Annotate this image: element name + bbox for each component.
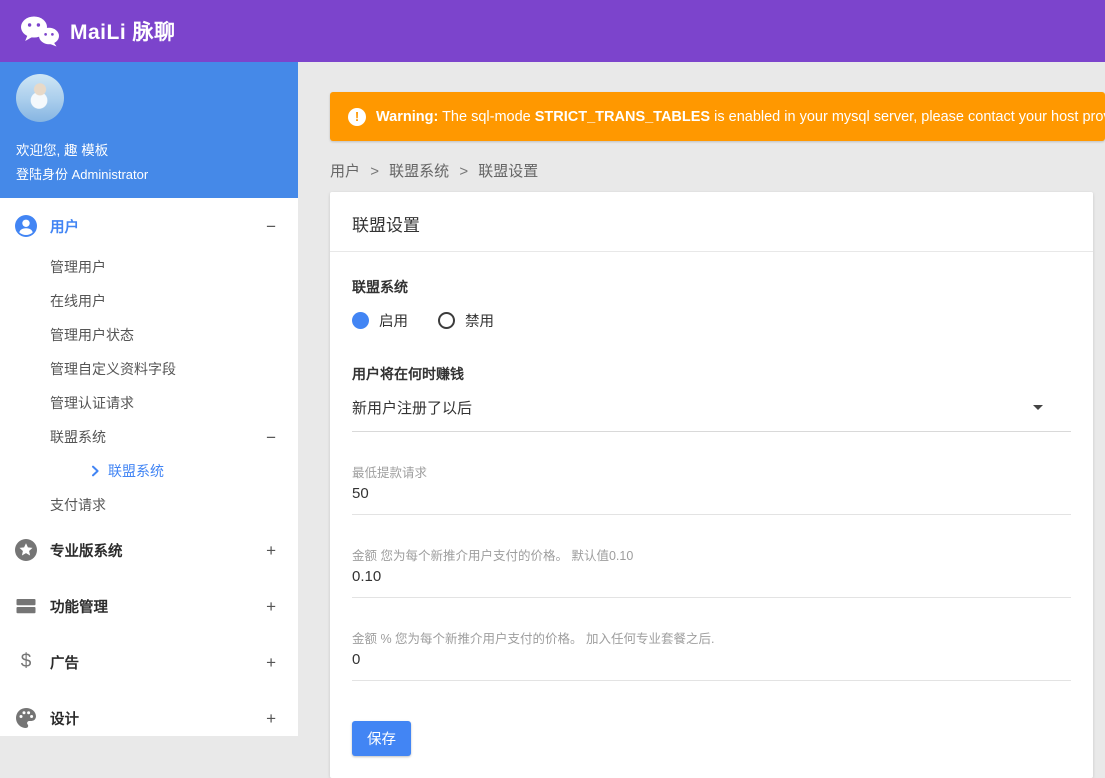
save-button[interactable]: 保存 [352,721,411,756]
stacked-bars-icon [14,594,38,618]
user-circle-icon [14,214,38,238]
earn-when-select[interactable]: 新用户注册了以后 [352,397,1071,432]
breadcrumb-separator: > [459,163,469,180]
earn-when-selected-value: 新用户注册了以后 [352,400,473,417]
main-content: ! Warning: The sql-mode STRICT_TRANS_TAB… [298,62,1105,778]
radio-enable-label: 启用 [379,314,408,330]
min-withdrawal-field-group: 最低提款请求 [352,462,1071,515]
dropdown-caret-icon [1033,405,1043,410]
palette-icon [14,706,38,730]
expand-icon[interactable]: + [266,710,276,727]
sidebar-section-design[interactable]: 设计 + [0,690,298,736]
breadcrumb-separator: > [370,163,379,180]
chevron-right-icon [91,465,99,477]
radio-disable-label: 禁用 [465,314,494,330]
sidebar-item-payment-requests[interactable]: 支付请求 [0,488,298,522]
min-withdrawal-input[interactable] [352,485,1071,502]
card-title: 联盟设置 [330,192,1093,252]
affiliate-settings-card: 联盟设置 联盟系统 启用 禁用 用户将在何时赚钱 新用户注册了以后 最低提款请求… [330,192,1093,778]
sidebar-item-online-users[interactable]: 在线用户 [0,284,298,318]
sql-mode-warning-banner: ! Warning: The sql-mode STRICT_TRANS_TAB… [330,92,1105,141]
sidebar-section-features[interactable]: 功能管理 + [0,578,298,634]
sidebar-section-users[interactable]: 用户 − [0,202,298,250]
expand-icon[interactable]: + [266,654,276,671]
breadcrumb: 用户 > 联盟系统 > 联盟设置 [330,160,1105,181]
sidebar-menu: 用户 − 管理用户 在线用户 管理用户状态 管理自定义资料字段 管理认证请求 联… [0,198,298,736]
expand-icon[interactable]: + [266,598,276,615]
sidebar-item-affiliate-system[interactable]: 联盟系统 [0,454,298,488]
sidebar-section-label: 用户 [50,219,79,236]
app-window: MaiLi 脉聊 欢迎您, 趣 模板 登陆身份 Administrator 用户… [0,0,1105,778]
affiliate-system-label: 联盟系统 [352,279,408,295]
star-circle-icon [14,538,38,562]
breadcrumb-affiliate-system[interactable]: 联盟系统 [389,163,449,180]
min-withdrawal-label: 最低提款请求 [352,466,428,480]
amount-field-group: 金额 您为每个新推介用户支付的价格。 默认值0.10 [352,545,1071,598]
expand-icon[interactable]: + [266,542,276,559]
sidebar-item-verify-requests[interactable]: 管理认证请求 [0,386,298,420]
amount-percent-label: 金额 % 您为每个新推介用户支付的价格。 加入任何专业套餐之后. [352,632,715,646]
user-avatar[interactable] [16,74,64,122]
wechat-logo-icon [21,16,59,47]
role-text: 登陆身份 Administrator [16,167,149,182]
sidebar-section-label: 功能管理 [50,599,108,616]
amount-percent-field-group: 金额 % 您为每个新推介用户支付的价格。 加入任何专业套餐之后. [352,628,1071,681]
sidebar-section-pro[interactable]: 专业版系统 + [0,522,298,578]
sidebar-item-manage-users[interactable]: 管理用户 [0,250,298,284]
breadcrumb-affiliate-settings: 联盟设置 [478,163,539,180]
amount-label: 金额 您为每个新推介用户支付的价格。 默认值0.10 [352,549,634,563]
sidebar-section-label: 专业版系统 [50,543,123,560]
sidebar-item-custom-fields[interactable]: 管理自定义资料字段 [0,352,298,386]
sidebar-group-affiliate[interactable]: 联盟系统 − [0,420,298,454]
brand-title: MaiLi 脉聊 [70,21,176,44]
warning-text: Warning: The sql-mode STRICT_TRANS_TABLE… [376,108,1105,125]
breadcrumb-users[interactable]: 用户 [330,163,360,180]
dollar-icon: $ [20,651,32,672]
amount-input[interactable] [352,568,1071,585]
sidebar-section-label: 设计 [50,711,79,728]
collapse-icon[interactable]: − [266,218,276,235]
radio-disable[interactable] [438,312,455,329]
top-header: MaiLi 脉聊 [0,0,1105,62]
sidebar-section-label: 广告 [50,655,79,672]
radio-enable[interactable] [352,312,369,329]
collapse-icon[interactable]: − [266,429,276,446]
user-panel: 欢迎您, 趣 模板 登陆身份 Administrator [0,62,298,198]
sidebar: 欢迎您, 趣 模板 登陆身份 Administrator 用户 − 管理用户 在… [0,62,298,736]
amount-percent-input[interactable] [352,651,1071,668]
earn-when-label: 用户将在何时赚钱 [352,366,464,382]
exclamation-circle-icon: ! [348,107,366,126]
sidebar-item-user-status[interactable]: 管理用户状态 [0,318,298,352]
welcome-text: 欢迎您, 趣 模板 [16,143,109,158]
sidebar-section-ads[interactable]: $ 广告 + [0,634,298,690]
